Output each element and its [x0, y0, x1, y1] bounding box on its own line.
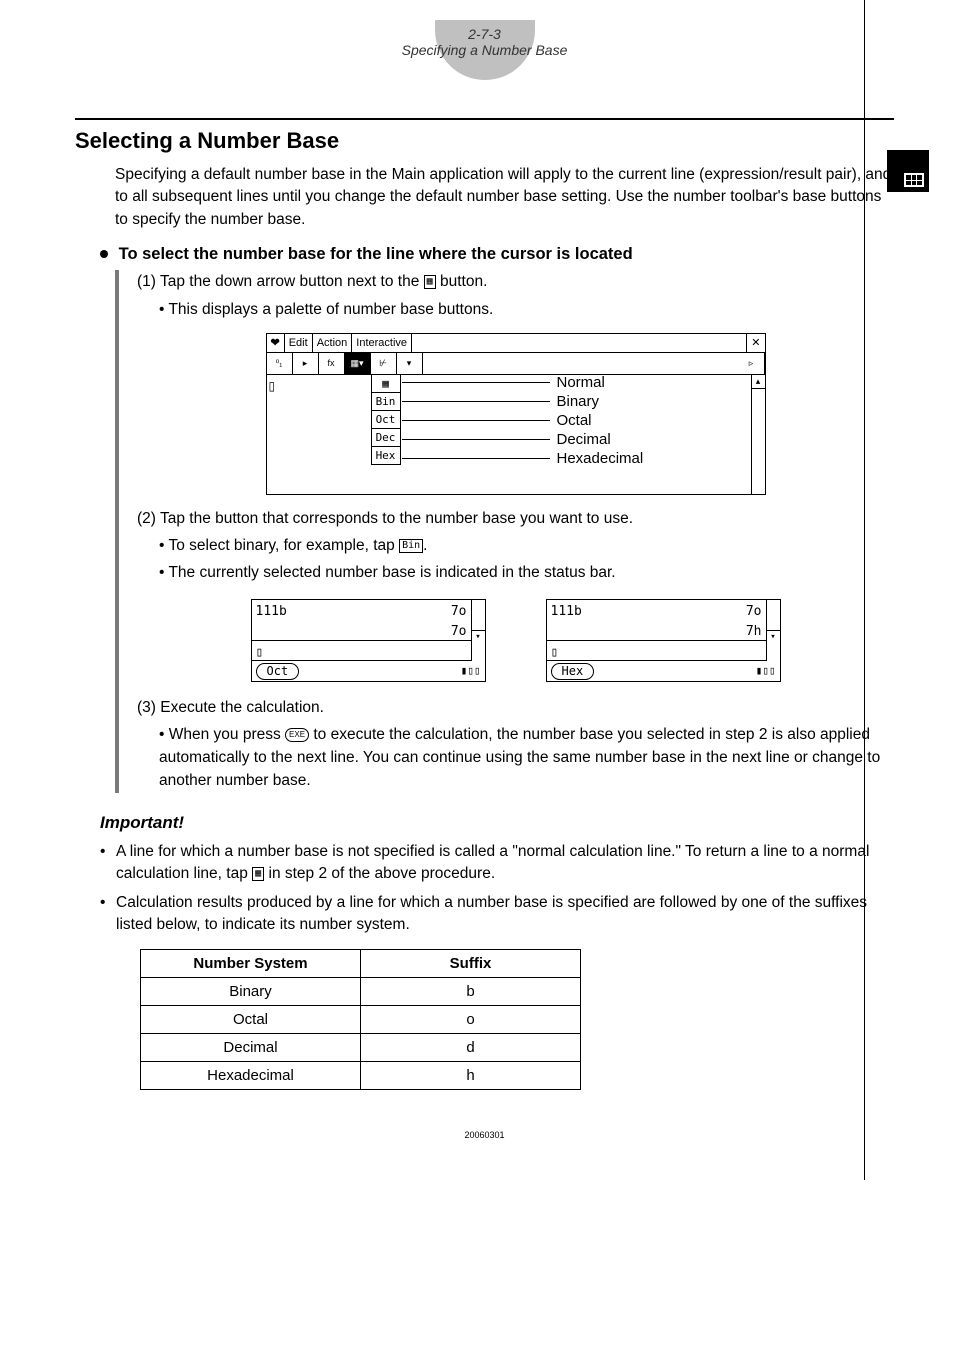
battery-icon: ▮▯▯	[756, 663, 776, 679]
cursor-indicator: ▯	[551, 643, 559, 658]
toolbar-btn-5[interactable]: ⊬	[371, 353, 397, 374]
battery-icon: ▮▯▯	[461, 663, 481, 679]
toolbar-btn-2[interactable]: ▸	[293, 353, 319, 374]
palette-labels: Normal Binary Octal Decimal Hexadecimal	[557, 373, 644, 468]
scroll-down-icon[interactable]: ▾	[767, 630, 780, 645]
palette-figure: ❤ Edit Action Interactive ✕ ⁰₁ ▸ fx ▦▾ ⊬…	[266, 333, 766, 495]
bullet-icon	[100, 250, 108, 258]
procedure-heading: To select the number base for the line w…	[100, 245, 894, 264]
palette-normal[interactable]: ▦	[371, 374, 401, 393]
section-title: Specifying a Number Base	[75, 42, 894, 58]
step-3: (3) Execute the calculation.	[137, 696, 894, 719]
palette-area: ▯ ▦ Bin Oct Dec Hex ▴ Normal Binary Octa…	[266, 375, 766, 495]
table-row: Hexadecimalh	[141, 1061, 581, 1089]
close-icon[interactable]: ✕	[747, 334, 764, 352]
table-row: Binaryb	[141, 977, 581, 1005]
palette-oct[interactable]: Oct	[371, 410, 401, 429]
table-header-system: Number System	[141, 949, 361, 977]
panel-hex: 111b7o 7h ▯ ▾ Hex ▮▯▯	[546, 599, 781, 682]
scroll-up-icon[interactable]: ▴	[752, 375, 765, 389]
step-1: (1) Tap the down arrow button next to th…	[137, 270, 894, 293]
suffix-table: Number System Suffix Binaryb Octalo Deci…	[140, 949, 581, 1090]
menu-action[interactable]: Action	[313, 334, 353, 352]
toolbar-base-icon: ▦	[424, 275, 436, 289]
step-2: (2) Tap the button that corresponds to t…	[137, 507, 894, 530]
step-3-sub: • When you press EXE to execute the calc…	[159, 723, 894, 793]
divider	[75, 118, 894, 120]
exe-key-icon: EXE	[285, 728, 309, 742]
menu-v-icon[interactable]: ❤	[267, 334, 285, 352]
important-heading: Important!	[100, 813, 894, 833]
panel-oct: 111b7o 7o ▯ ▾ Oct ▮▯▯	[251, 599, 486, 682]
status-badge-hex: Hex	[551, 663, 595, 680]
scrollbar[interactable]: ▾	[766, 600, 780, 661]
step-2-sub1: • To select binary, for example, tap Bin…	[159, 534, 894, 557]
page-header: 2-7-3 Specifying a Number Base	[75, 26, 894, 58]
status-badge-oct: Oct	[256, 663, 300, 680]
step-2-sub2: • The currently selected number base is …	[159, 561, 894, 584]
palette-dec[interactable]: Dec	[371, 428, 401, 447]
section-number: 2-7-3	[75, 26, 894, 42]
page-title: Selecting a Number Base	[75, 128, 894, 154]
toolbar-btn-6[interactable]: ▾	[397, 353, 423, 374]
scrollbar[interactable]: ▾	[471, 600, 485, 661]
procedure-steps: (1) Tap the down arrow button next to th…	[115, 270, 894, 792]
important-section: Important! A line for which a number bas…	[100, 813, 894, 1090]
important-note-1: A line for which a number base is not sp…	[100, 841, 894, 886]
table-header-suffix: Suffix	[361, 949, 581, 977]
toolbar: ⁰₁ ▸ fx ▦▾ ⊬ ▾ ▹	[266, 353, 766, 375]
cursor-indicator: ▯	[269, 377, 276, 395]
scroll-down-icon[interactable]: ▾	[472, 630, 485, 645]
bin-button-icon: Bin	[399, 539, 423, 553]
menu-interactive[interactable]: Interactive	[352, 334, 412, 352]
step-1-sub: • This displays a palette of number base…	[159, 298, 894, 321]
toolbar-btn-1[interactable]: ⁰₁	[267, 353, 293, 374]
toolbar-btn-3[interactable]: fx	[319, 353, 345, 374]
table-row: Decimald	[141, 1033, 581, 1061]
palette-bin[interactable]: Bin	[371, 392, 401, 411]
important-note-2: Calculation results produced by a line f…	[100, 892, 894, 937]
scrollbar[interactable]: ▴	[751, 375, 765, 494]
palette-hex[interactable]: Hex	[371, 446, 401, 465]
footer-date: 20060301	[75, 1130, 894, 1140]
status-panels: 111b7o 7o ▯ ▾ Oct ▮▯▯ 111	[137, 599, 894, 682]
menubar: ❤ Edit Action Interactive ✕	[266, 333, 766, 353]
intro-text: Specifying a default number base in the …	[115, 164, 894, 231]
cursor-indicator: ▯	[256, 643, 264, 658]
toolbar-expand-icon[interactable]: ▹	[739, 353, 765, 374]
menu-edit[interactable]: Edit	[285, 334, 313, 352]
toolbar-dropdown-icon[interactable]: ▦▾	[345, 353, 371, 374]
toolbar-base-icon: ▦	[252, 867, 264, 881]
palette-list: ▦ Bin Oct Dec Hex	[371, 375, 401, 465]
table-row: Octalo	[141, 1005, 581, 1033]
